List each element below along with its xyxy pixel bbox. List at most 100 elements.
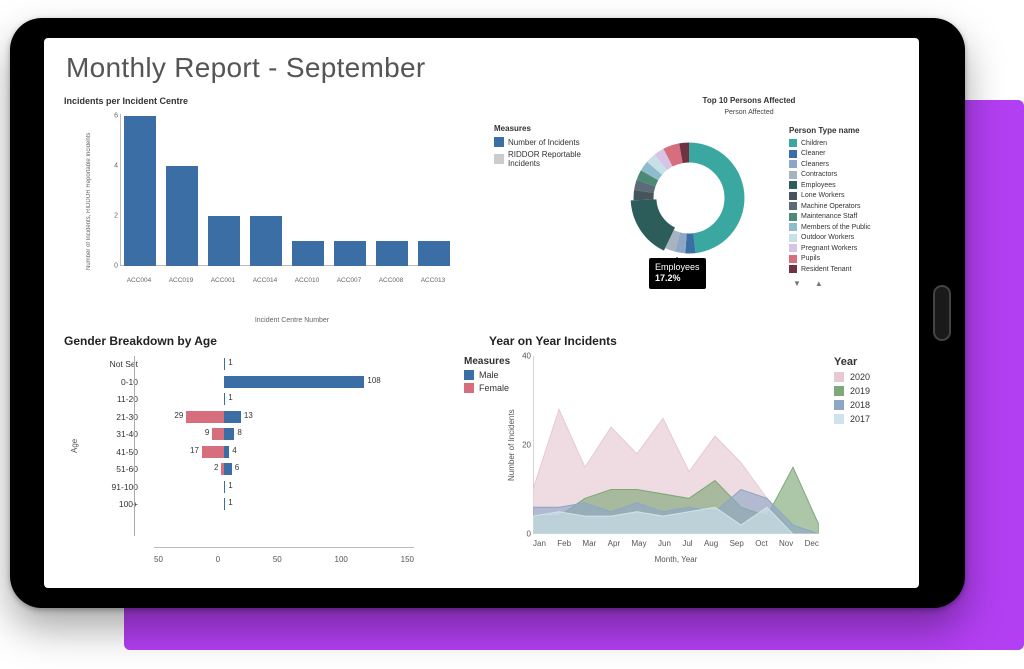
bar-male[interactable] — [224, 393, 225, 405]
legend-label: 2020 — [850, 372, 870, 382]
x-tick-label: Nov — [779, 539, 793, 548]
chart-gender-breakdown: Gender Breakdown by Age Age Not Set0-101… — [64, 334, 474, 566]
bar-male[interactable] — [224, 358, 225, 370]
legend-label: 2017 — [850, 414, 870, 424]
legend-label: Contractors — [801, 171, 837, 178]
bar-male[interactable] — [224, 376, 364, 388]
chart-d-x-ticks: JanFebMarAprMayJunJulAugSepOctNovDec — [533, 539, 819, 548]
value-label: 1 — [228, 358, 232, 367]
x-tick-label: Feb — [557, 539, 571, 548]
x-tick-label: ACC008 — [372, 277, 410, 284]
legend-item[interactable]: Cleaner — [789, 150, 909, 158]
bar[interactable] — [208, 216, 240, 266]
x-tick-label: ACC010 — [288, 277, 326, 284]
legend-item[interactable]: Children — [789, 139, 909, 147]
legend-item[interactable]: Number of Incidents — [494, 137, 604, 147]
bar-female[interactable] — [202, 446, 224, 458]
legend-swatch-icon — [789, 213, 797, 221]
legend-item[interactable]: Maintenance Staff — [789, 213, 909, 221]
legend-swatch-icon — [789, 150, 797, 158]
legend-swatch-icon — [834, 386, 844, 396]
tablet-frame: Monthly Report - September Incidents per… — [10, 18, 965, 608]
bar[interactable] — [124, 116, 156, 266]
chart-d-x-axis-label: Month, Year — [533, 555, 819, 564]
person-type-legend: Person Type name Children Cleaner Cleaners… — [789, 126, 909, 288]
value-label: 2 — [214, 463, 218, 472]
legend-item[interactable]: Resident Tenant — [789, 265, 909, 273]
x-tick-label: Jul — [682, 539, 692, 548]
bar[interactable] — [292, 241, 324, 266]
chart-d-legend: Year 2020 2019 2018 2017 — [834, 356, 909, 428]
legend-prev-icon[interactable]: ▼ — [793, 279, 801, 288]
legend-item[interactable]: Pregnant Workers — [789, 244, 909, 252]
legend-item[interactable]: Outdoor Workers — [789, 234, 909, 242]
legend-swatch-icon — [789, 265, 797, 273]
chart-incidents-per-centre: Incidents per Incident Centre Number of … — [64, 96, 484, 326]
bar-row: 417 — [154, 444, 414, 460]
x-tick-label: Sep — [730, 539, 744, 548]
chart-a-title: Incidents per Incident Centre — [64, 96, 484, 106]
y-tick-label: 20 — [522, 441, 531, 450]
chart-a-plot-area: 0246 ACC004ACC019ACC001ACC014ACC010ACC00… — [120, 114, 460, 284]
legend-item[interactable]: 2018 — [834, 400, 909, 410]
legend-item[interactable]: RIDDOR Reportable Incidents — [494, 150, 604, 168]
x-tick-label: ACC001 — [204, 277, 242, 284]
legend-item[interactable]: 2017 — [834, 414, 909, 424]
bar-female[interactable] — [212, 428, 224, 440]
x-tick-label: ACC013 — [414, 277, 452, 284]
tablet-home-button[interactable] — [933, 285, 951, 341]
legend-swatch-icon — [464, 370, 474, 380]
bar-male[interactable] — [224, 411, 241, 423]
y-tick-label: 40 — [522, 352, 531, 361]
bar[interactable] — [334, 241, 366, 266]
legend-item[interactable]: Lone Workers — [789, 192, 909, 200]
legend-label: 2019 — [850, 386, 870, 396]
chart-a-legend: Measures Number of IncidentsRIDDOR Repor… — [494, 124, 604, 171]
chart-d-title: Year on Year Incidents — [489, 334, 909, 348]
legend-item[interactable]: 2019 — [834, 386, 909, 396]
chart-d-y-ticks: 02040 — [515, 356, 531, 534]
legend-item[interactable]: Members of the Public — [789, 223, 909, 231]
legend-item[interactable]: Pupils — [789, 255, 909, 263]
bar-male[interactable] — [224, 446, 229, 458]
x-tick-label: Apr — [608, 539, 620, 548]
value-label: 29 — [174, 411, 183, 420]
legend-item[interactable]: Contractors — [789, 171, 909, 179]
chart-d-legend-title: Year — [834, 356, 909, 368]
bar-row: 1 — [154, 356, 414, 372]
bar-female[interactable] — [186, 411, 224, 423]
legend-swatch-icon — [789, 202, 797, 210]
chart-b-subtitle: Person Affected — [589, 109, 909, 116]
bar[interactable] — [250, 216, 282, 266]
legend-swatch-icon — [494, 137, 504, 147]
legend-swatch-icon — [789, 244, 797, 252]
x-tick-label: 100 — [335, 555, 348, 564]
x-tick-label: Oct — [755, 539, 767, 548]
legend-swatch-icon — [789, 255, 797, 263]
legend-next-icon[interactable]: ▲ — [815, 279, 823, 288]
legend-item[interactable]: Cleaners — [789, 160, 909, 168]
legend-swatch-icon — [464, 383, 474, 393]
bar-male[interactable] — [224, 498, 225, 510]
y-tick-label: 0 — [114, 263, 118, 270]
chart-a-x-axis-label: Incident Centre Number — [120, 317, 464, 324]
bar-row: 1329 — [154, 409, 414, 425]
bar-male[interactable] — [224, 481, 225, 493]
person-type-legend-title: Person Type name — [789, 126, 909, 135]
x-tick-label: Mar — [582, 539, 596, 548]
bar-female[interactable] — [221, 463, 224, 475]
value-label: 9 — [205, 428, 209, 437]
chart-b-title: Top 10 Persons Affected — [589, 96, 909, 105]
bar-male[interactable] — [224, 428, 234, 440]
x-tick-label: 50 — [273, 555, 282, 564]
legend-item[interactable]: Machine Operators — [789, 202, 909, 210]
bar-row: 1 — [154, 391, 414, 407]
legend-swatch-icon — [789, 223, 797, 231]
legend-swatch-icon — [789, 171, 797, 179]
bar[interactable] — [376, 241, 408, 266]
legend-item[interactable]: Employees — [789, 181, 909, 189]
bar-male[interactable] — [224, 463, 232, 475]
legend-item[interactable]: 2020 — [834, 372, 909, 382]
bar[interactable] — [418, 241, 450, 266]
bar[interactable] — [166, 166, 198, 266]
